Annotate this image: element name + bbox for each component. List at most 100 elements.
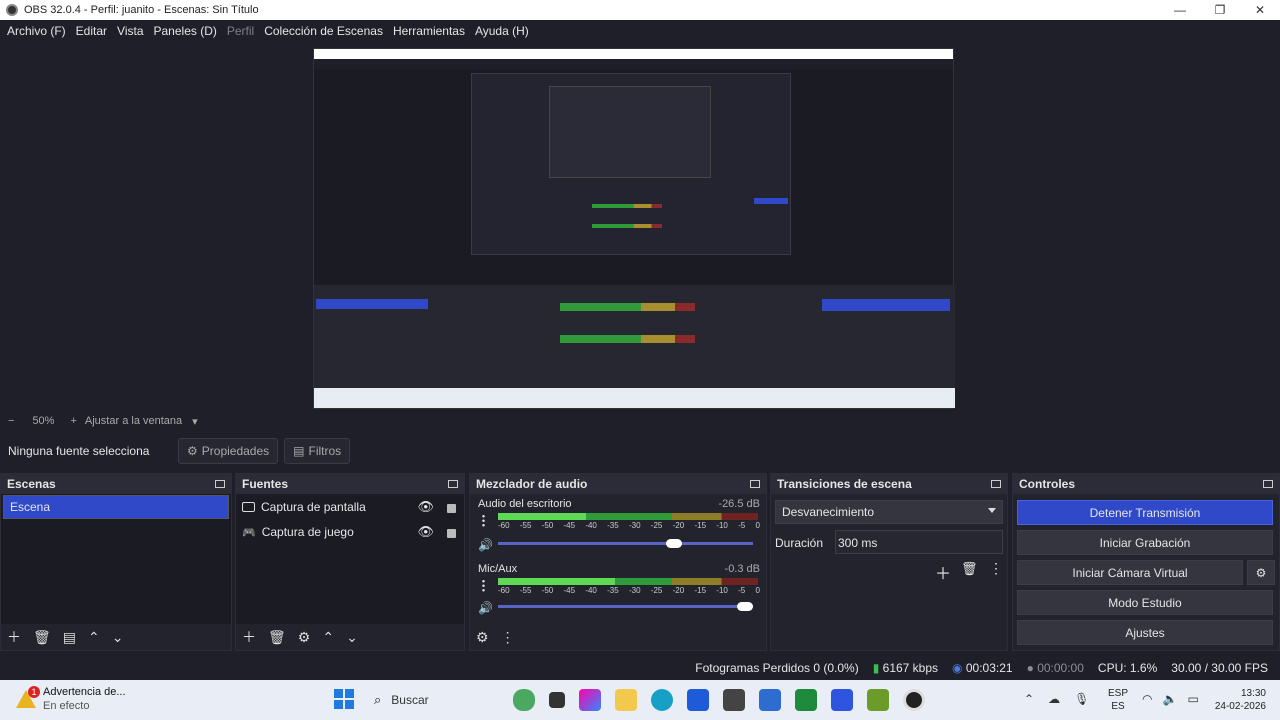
controls-title: Controles bbox=[1019, 477, 1076, 491]
cloud-icon[interactable]: ☁ bbox=[1048, 692, 1060, 706]
menu-ayuda[interactable]: Ayuda (H) bbox=[470, 24, 534, 38]
filter-icon[interactable]: ▤ bbox=[63, 629, 76, 646]
mixer-title: Mezclador de audio bbox=[476, 477, 588, 491]
close-button[interactable]: ✕ bbox=[1240, 0, 1280, 20]
title-bar: OBS 32.0.4 - Perfil: juanito - Escenas: … bbox=[0, 0, 1280, 20]
channel-menu-icon[interactable] bbox=[482, 514, 485, 527]
advanced-audio-icon[interactable]: ⚙ bbox=[476, 629, 489, 646]
zoom-in-button[interactable]: + bbox=[70, 415, 76, 427]
preview-nested-capture bbox=[313, 48, 955, 409]
channel-name: Mic/Aux bbox=[478, 563, 518, 575]
edge-icon[interactable] bbox=[651, 689, 673, 711]
terminal-icon[interactable] bbox=[549, 692, 565, 708]
add-icon[interactable]: ＋ bbox=[7, 627, 21, 647]
excel-icon[interactable] bbox=[795, 689, 817, 711]
maximize-button[interactable]: ❐ bbox=[1200, 0, 1240, 20]
meter-tick-label: -30 bbox=[628, 586, 641, 595]
sources-title: Fuentes bbox=[242, 477, 289, 491]
transitions-dock: Transiciones de escena Desvanecimiento D… bbox=[770, 473, 1008, 651]
volume-slider[interactable] bbox=[498, 602, 753, 611]
gear-icon[interactable]: ⚙ bbox=[298, 629, 311, 646]
chevron-down-icon[interactable]: ▾ bbox=[192, 415, 198, 428]
roblox-icon[interactable] bbox=[831, 689, 853, 711]
folder-icon[interactable] bbox=[615, 689, 637, 711]
undock-icon[interactable] bbox=[1263, 480, 1273, 488]
virtual-cam-button[interactable]: Iniciar Cámara Virtual bbox=[1017, 560, 1243, 585]
meter-tick-label: -15 bbox=[694, 521, 707, 530]
add-icon[interactable]: ＋ bbox=[935, 560, 951, 584]
stop-stream-button[interactable]: Detener Transmisión bbox=[1017, 500, 1273, 525]
undock-icon[interactable] bbox=[448, 480, 458, 488]
sources-dock: Fuentes Captura de pantalla 👁 🎮 Captura … bbox=[235, 473, 465, 651]
source-item[interactable]: 🎮 Captura de juego 👁 bbox=[242, 521, 462, 543]
lock-icon[interactable] bbox=[447, 529, 456, 538]
minecraft-icon[interactable] bbox=[867, 689, 889, 711]
meter-tick-label: -50 bbox=[541, 586, 554, 595]
eye-icon[interactable]: 👁 bbox=[417, 524, 434, 540]
eye-icon[interactable]: 👁 bbox=[417, 499, 434, 515]
menu-archivo[interactable]: Archivo (F) bbox=[2, 24, 71, 38]
trash-icon[interactable]: 🗑 bbox=[33, 629, 51, 646]
menu-perfil[interactable]: Perfil bbox=[222, 24, 259, 38]
notification-title[interactable]: Advertencia de... bbox=[43, 686, 126, 698]
scene-item[interactable]: Escena bbox=[3, 495, 229, 519]
menu-coleccion-escenas[interactable]: Colección de Escenas bbox=[259, 24, 388, 38]
undock-icon[interactable] bbox=[750, 480, 760, 488]
undock-icon[interactable] bbox=[215, 480, 225, 488]
bitrate: ▮ 6167 kbps bbox=[872, 661, 939, 675]
start-icon[interactable] bbox=[334, 689, 354, 709]
menu-paneles[interactable]: Paneles (D) bbox=[149, 24, 222, 38]
search-icon: ⌕ bbox=[374, 692, 382, 707]
studio-mode-button[interactable]: Modo Estudio bbox=[1017, 590, 1273, 615]
obs-icon[interactable] bbox=[903, 689, 925, 711]
move-up-icon[interactable]: ⌃ bbox=[322, 629, 334, 646]
zoom-out-button[interactable]: − bbox=[8, 415, 14, 427]
minimize-button[interactable]: — bbox=[1160, 0, 1200, 20]
menu-herramientas[interactable]: Herramientas bbox=[388, 24, 470, 38]
speaker-icon[interactable]: 🔊 bbox=[478, 538, 493, 552]
move-up-icon[interactable]: ⌃ bbox=[88, 629, 100, 646]
menu-vista[interactable]: Vista bbox=[112, 24, 148, 38]
fit-to-window-select[interactable]: Ajustar a la ventana bbox=[85, 415, 182, 427]
clock[interactable]: 13:30 24-02-2026 bbox=[1206, 687, 1266, 713]
store-icon[interactable] bbox=[687, 689, 709, 711]
volume-slider[interactable] bbox=[498, 539, 753, 548]
warning-icon[interactable]: 1 bbox=[16, 686, 40, 710]
chevron-up-icon[interactable]: ⌃ bbox=[1024, 692, 1034, 706]
start-recording-button[interactable]: Iniciar Grabación bbox=[1017, 530, 1273, 555]
meter-tick-label: -10 bbox=[716, 586, 728, 595]
game-icon[interactable] bbox=[513, 689, 535, 711]
speaker-icon[interactable]: 🔊 bbox=[478, 601, 493, 615]
search-box[interactable]: ⌕ Buscar bbox=[364, 688, 514, 712]
transition-select[interactable]: Desvanecimiento bbox=[775, 500, 1003, 524]
source-item[interactable]: Captura de pantalla 👁 bbox=[242, 496, 462, 518]
gear-icon: ⚙ bbox=[187, 444, 198, 458]
app-icon[interactable] bbox=[723, 689, 745, 711]
channel-menu-icon[interactable] bbox=[482, 579, 485, 592]
move-down-icon[interactable]: ⌄ bbox=[112, 629, 124, 646]
mixer-menu-icon[interactable]: ⋮ bbox=[501, 629, 515, 646]
wifi-icon[interactable]: ◠ bbox=[1142, 692, 1152, 706]
vscode-icon[interactable] bbox=[759, 689, 781, 711]
battery-icon[interactable]: ▭ bbox=[1187, 692, 1198, 706]
trash-icon[interactable]: 🗑 bbox=[961, 561, 978, 577]
language-indicator[interactable]: ESP ES bbox=[1108, 687, 1128, 713]
settings-button[interactable]: Ajustes bbox=[1017, 620, 1273, 645]
properties-button[interactable]: ⚙ Propiedades bbox=[178, 438, 279, 464]
pinned-apps bbox=[506, 689, 932, 711]
copilot-icon[interactable] bbox=[579, 689, 601, 711]
menu-editar[interactable]: Editar bbox=[71, 24, 112, 38]
trash-icon[interactable]: 🗑 bbox=[268, 629, 286, 646]
meter-tick-label: -30 bbox=[628, 521, 641, 530]
filters-button[interactable]: ▤ Filtros bbox=[284, 438, 351, 464]
more-icon[interactable]: ⋮ bbox=[989, 560, 1003, 577]
volume-icon[interactable]: 🔈 bbox=[1162, 692, 1177, 706]
meter-tick-label: 0 bbox=[755, 521, 760, 530]
move-down-icon[interactable]: ⌄ bbox=[346, 629, 358, 646]
undock-icon[interactable] bbox=[991, 480, 1001, 488]
add-icon[interactable]: ＋ bbox=[242, 627, 256, 647]
lock-icon[interactable] bbox=[447, 504, 456, 513]
virtual-cam-settings-button[interactable]: ⚙ bbox=[1247, 560, 1275, 585]
duration-spinbox[interactable]: 300 ms bbox=[835, 530, 1003, 554]
mic-icon[interactable]: 🎙 bbox=[1074, 692, 1089, 706]
